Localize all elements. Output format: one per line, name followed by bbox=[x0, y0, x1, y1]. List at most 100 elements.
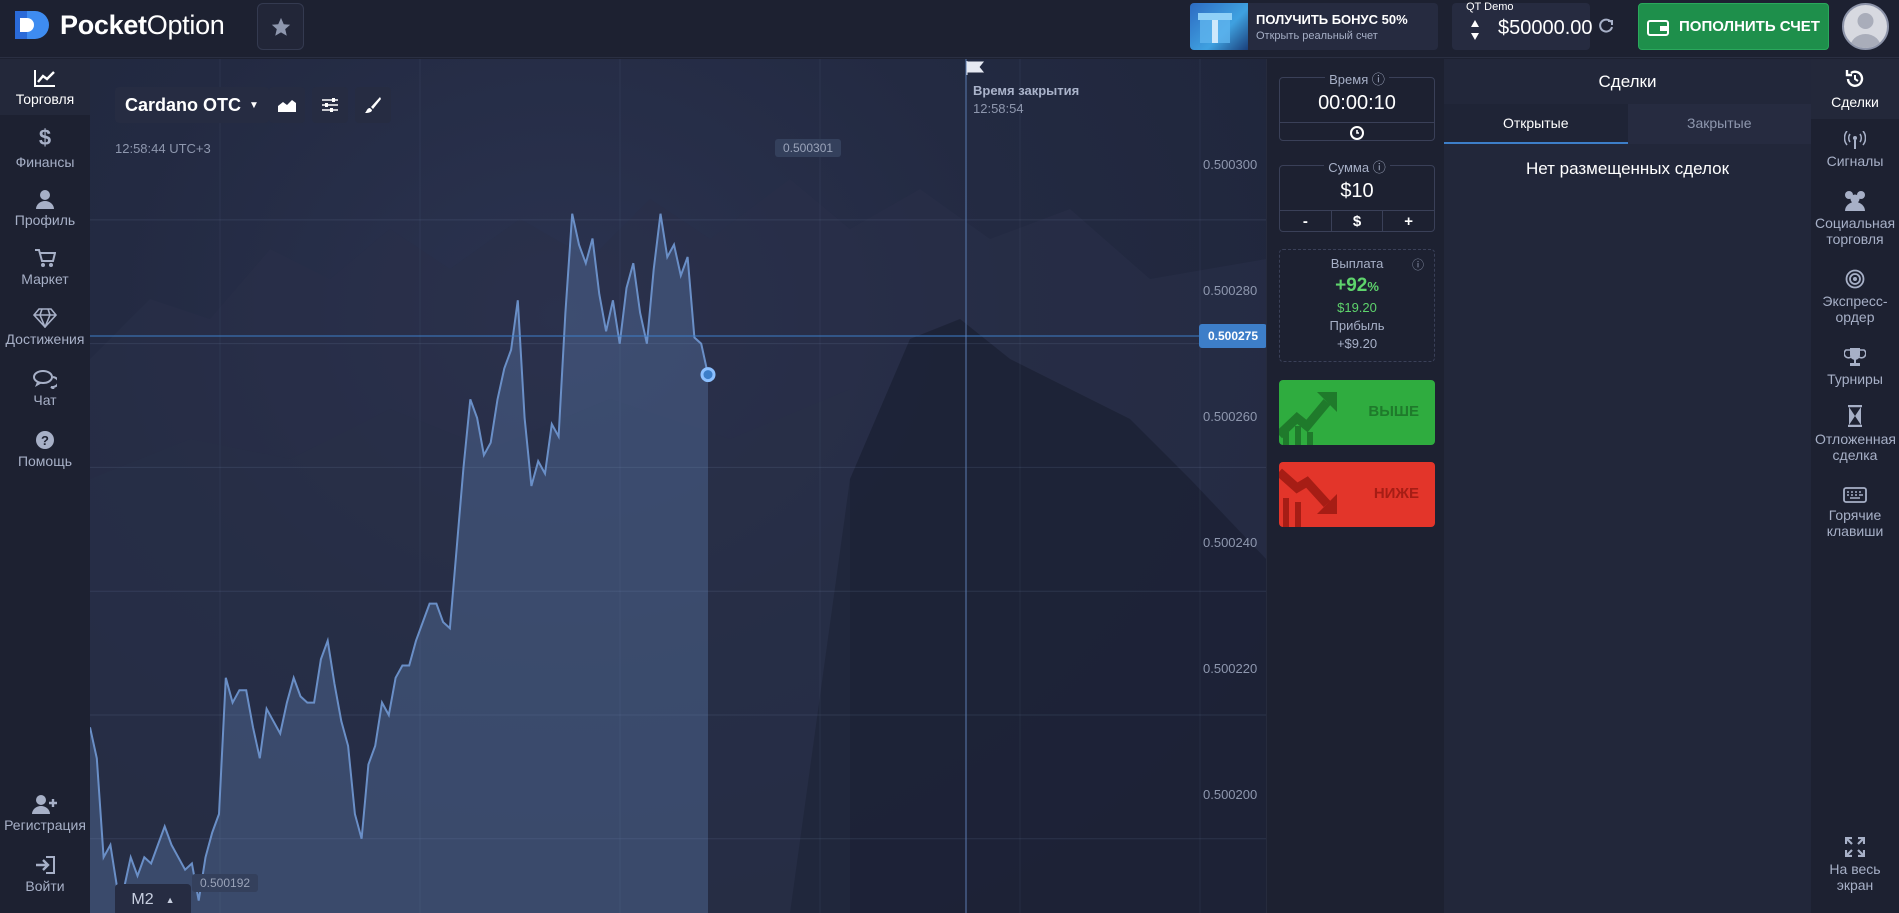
nav-social-trading[interactable]: Социальная торговля bbox=[1811, 189, 1899, 247]
signal-icon bbox=[1844, 131, 1866, 149]
timeframe-selector[interactable]: M2 ▲ bbox=[115, 884, 191, 913]
fullscreen-icon bbox=[1845, 837, 1865, 857]
profit-value: +$9.20 bbox=[1336, 336, 1378, 351]
help-icon[interactable]: ⓘ bbox=[1412, 256, 1424, 273]
nav-market[interactable]: Маркет bbox=[0, 239, 90, 295]
arrow-up-chart-icon bbox=[1279, 392, 1337, 445]
brush-icon bbox=[365, 97, 381, 113]
trade-panel: Время ⓘ 00:00:10 Сумма ⓘ $10 - $ + Выпла… bbox=[1266, 59, 1444, 913]
nav-signals[interactable]: Сигналы bbox=[1811, 131, 1899, 169]
max-price-badge: 0.500301 bbox=[775, 139, 842, 157]
logo[interactable]: PocketOption bbox=[12, 8, 225, 42]
nav-trading[interactable]: Торговля bbox=[0, 59, 90, 115]
area-chart-icon bbox=[278, 100, 296, 112]
caret-down-icon: ▼ bbox=[249, 99, 259, 111]
nav-pending-order[interactable]: Отложенная сделка bbox=[1811, 405, 1899, 463]
account-balance: $50000.00 bbox=[1498, 17, 1593, 39]
tab-closed[interactable]: Закрытые bbox=[1627, 104, 1811, 144]
nav-deals[interactable]: Сделки bbox=[1811, 59, 1899, 119]
avatar[interactable] bbox=[1842, 3, 1889, 50]
help-icon[interactable]: ⓘ bbox=[1372, 72, 1385, 87]
sign-in-icon bbox=[36, 855, 55, 874]
time-value[interactable]: 00:00:10 bbox=[1280, 92, 1434, 115]
sliders-icon bbox=[322, 98, 338, 112]
current-price-badge: 0.500275 bbox=[1199, 324, 1266, 348]
expiry-time: 12:58:54 bbox=[973, 101, 1024, 116]
star-icon bbox=[271, 17, 290, 36]
target-icon bbox=[1845, 269, 1865, 289]
hourglass-icon bbox=[1848, 405, 1862, 427]
users-icon bbox=[1845, 191, 1865, 211]
account-switcher[interactable]: QT Demo $50000.00 bbox=[1452, 1, 1593, 50]
nav-fullscreen[interactable]: На весь экран bbox=[1811, 837, 1899, 893]
price-level-label: 0.500300 bbox=[1203, 157, 1258, 172]
arrow-down-chart-icon bbox=[1279, 468, 1337, 527]
current-price-marker bbox=[700, 367, 716, 383]
chart-area[interactable]: Время закрытия 12:58:54 Cardano OTC ▼ 12… bbox=[90, 59, 1266, 913]
deals-tabs: Открытые Закрытые bbox=[1444, 104, 1811, 144]
payout-box: Выплата ⓘ +92% $19.20 Прибыль +$9.20 bbox=[1279, 249, 1435, 362]
top-bar: PocketOption ПОЛУЧИТЬ БОНУС 50% Открыть … bbox=[0, 0, 1899, 58]
deposit-button[interactable]: ПОПОЛНИТЬ СЧЕТ bbox=[1638, 3, 1829, 50]
nav-profile[interactable]: Профиль bbox=[0, 180, 90, 236]
sell-button[interactable]: НИЖЕ bbox=[1279, 462, 1435, 527]
nav-chat[interactable]: Чат bbox=[0, 360, 90, 416]
nav-finance[interactable]: $ Финансы bbox=[0, 119, 90, 175]
server-time: 12:58:44 UTC+3 bbox=[115, 141, 211, 156]
refresh-icon[interactable] bbox=[1598, 18, 1614, 34]
help-icon: ? bbox=[36, 430, 54, 449]
buy-label: ВЫШЕ bbox=[1368, 403, 1419, 420]
caret-up-icon: ▲ bbox=[165, 895, 175, 905]
amount-label: Сумма bbox=[1328, 160, 1370, 175]
buy-button[interactable]: ВЫШЕ bbox=[1279, 380, 1435, 445]
cart-icon bbox=[35, 248, 56, 267]
favorites-button[interactable] bbox=[257, 3, 304, 50]
amount-value[interactable]: $10 bbox=[1280, 180, 1434, 210]
nav-tournaments[interactable]: Турниры bbox=[1811, 347, 1899, 387]
nav-help[interactable]: ? Помощь bbox=[0, 421, 90, 477]
price-chart[interactable] bbox=[90, 59, 1266, 913]
account-type: QT Demo bbox=[1466, 1, 1514, 13]
amount-plus-button[interactable]: + bbox=[1383, 211, 1434, 232]
clock-icon[interactable] bbox=[1350, 125, 1364, 140]
timeframe-value: M2 bbox=[131, 891, 154, 908]
dollar-icon: $ bbox=[38, 124, 52, 150]
payout-label: Выплата bbox=[1330, 256, 1384, 271]
nav-register[interactable]: Регистрация bbox=[0, 785, 90, 841]
trophy-icon bbox=[1844, 348, 1866, 366]
nav-express-order[interactable]: Экспресс-ордер bbox=[1811, 269, 1899, 325]
bonus-banner[interactable]: ПОЛУЧИТЬ БОНУС 50% Открыть реальный счет bbox=[1190, 3, 1438, 50]
indicators-button[interactable] bbox=[312, 87, 348, 123]
deposit-label: ПОПОЛНИТЬ СЧЕТ bbox=[1679, 18, 1820, 35]
time-field[interactable]: Время ⓘ 00:00:10 bbox=[1279, 72, 1435, 141]
price-level-label: 0.500240 bbox=[1203, 535, 1258, 550]
profit-label: Прибыль bbox=[1329, 318, 1385, 333]
asset-selector[interactable]: Cardano OTC ▼ bbox=[115, 87, 269, 123]
deals-empty-message: Нет размещенных сделок bbox=[1525, 159, 1730, 178]
user-icon bbox=[36, 189, 54, 209]
nav-achievements[interactable]: Достижения bbox=[0, 299, 90, 355]
tab-open[interactable]: Открытые bbox=[1444, 104, 1628, 144]
nav-hotkeys[interactable]: Горячие клавиши bbox=[1811, 487, 1899, 539]
amount-field[interactable]: Сумма ⓘ $10 - $ + bbox=[1279, 160, 1435, 232]
diamond-icon bbox=[33, 307, 57, 328]
bonus-subtitle: Открыть реальный счет bbox=[1256, 29, 1378, 42]
nav-login[interactable]: Войти bbox=[0, 846, 90, 902]
deals-title: Сделки bbox=[1598, 72, 1657, 91]
sell-label: НИЖЕ bbox=[1373, 485, 1419, 502]
chart-type-button[interactable] bbox=[269, 87, 305, 123]
pocket-option-logo-icon bbox=[15, 11, 49, 39]
amount-currency-button[interactable]: $ bbox=[1332, 211, 1384, 232]
drawing-tools-button[interactable] bbox=[355, 87, 391, 123]
bonus-title: ПОЛУЧИТЬ БОНУС 50% bbox=[1256, 11, 1408, 27]
right-sidebar: Сделки Сигналы Социальная торговля Экспр… bbox=[1811, 59, 1899, 913]
help-icon[interactable]: ⓘ bbox=[1373, 160, 1386, 175]
amount-minus-button[interactable]: - bbox=[1280, 211, 1332, 232]
user-avatar-icon bbox=[1850, 13, 1881, 48]
user-plus-icon bbox=[32, 794, 57, 814]
min-price-badge: 0.500192 bbox=[192, 874, 259, 892]
price-level-label: 0.500200 bbox=[1203, 787, 1258, 802]
payout-value: $19.20 bbox=[1337, 300, 1377, 315]
svg-text:?: ? bbox=[41, 433, 49, 448]
asset-name: Cardano OTC bbox=[125, 94, 242, 115]
